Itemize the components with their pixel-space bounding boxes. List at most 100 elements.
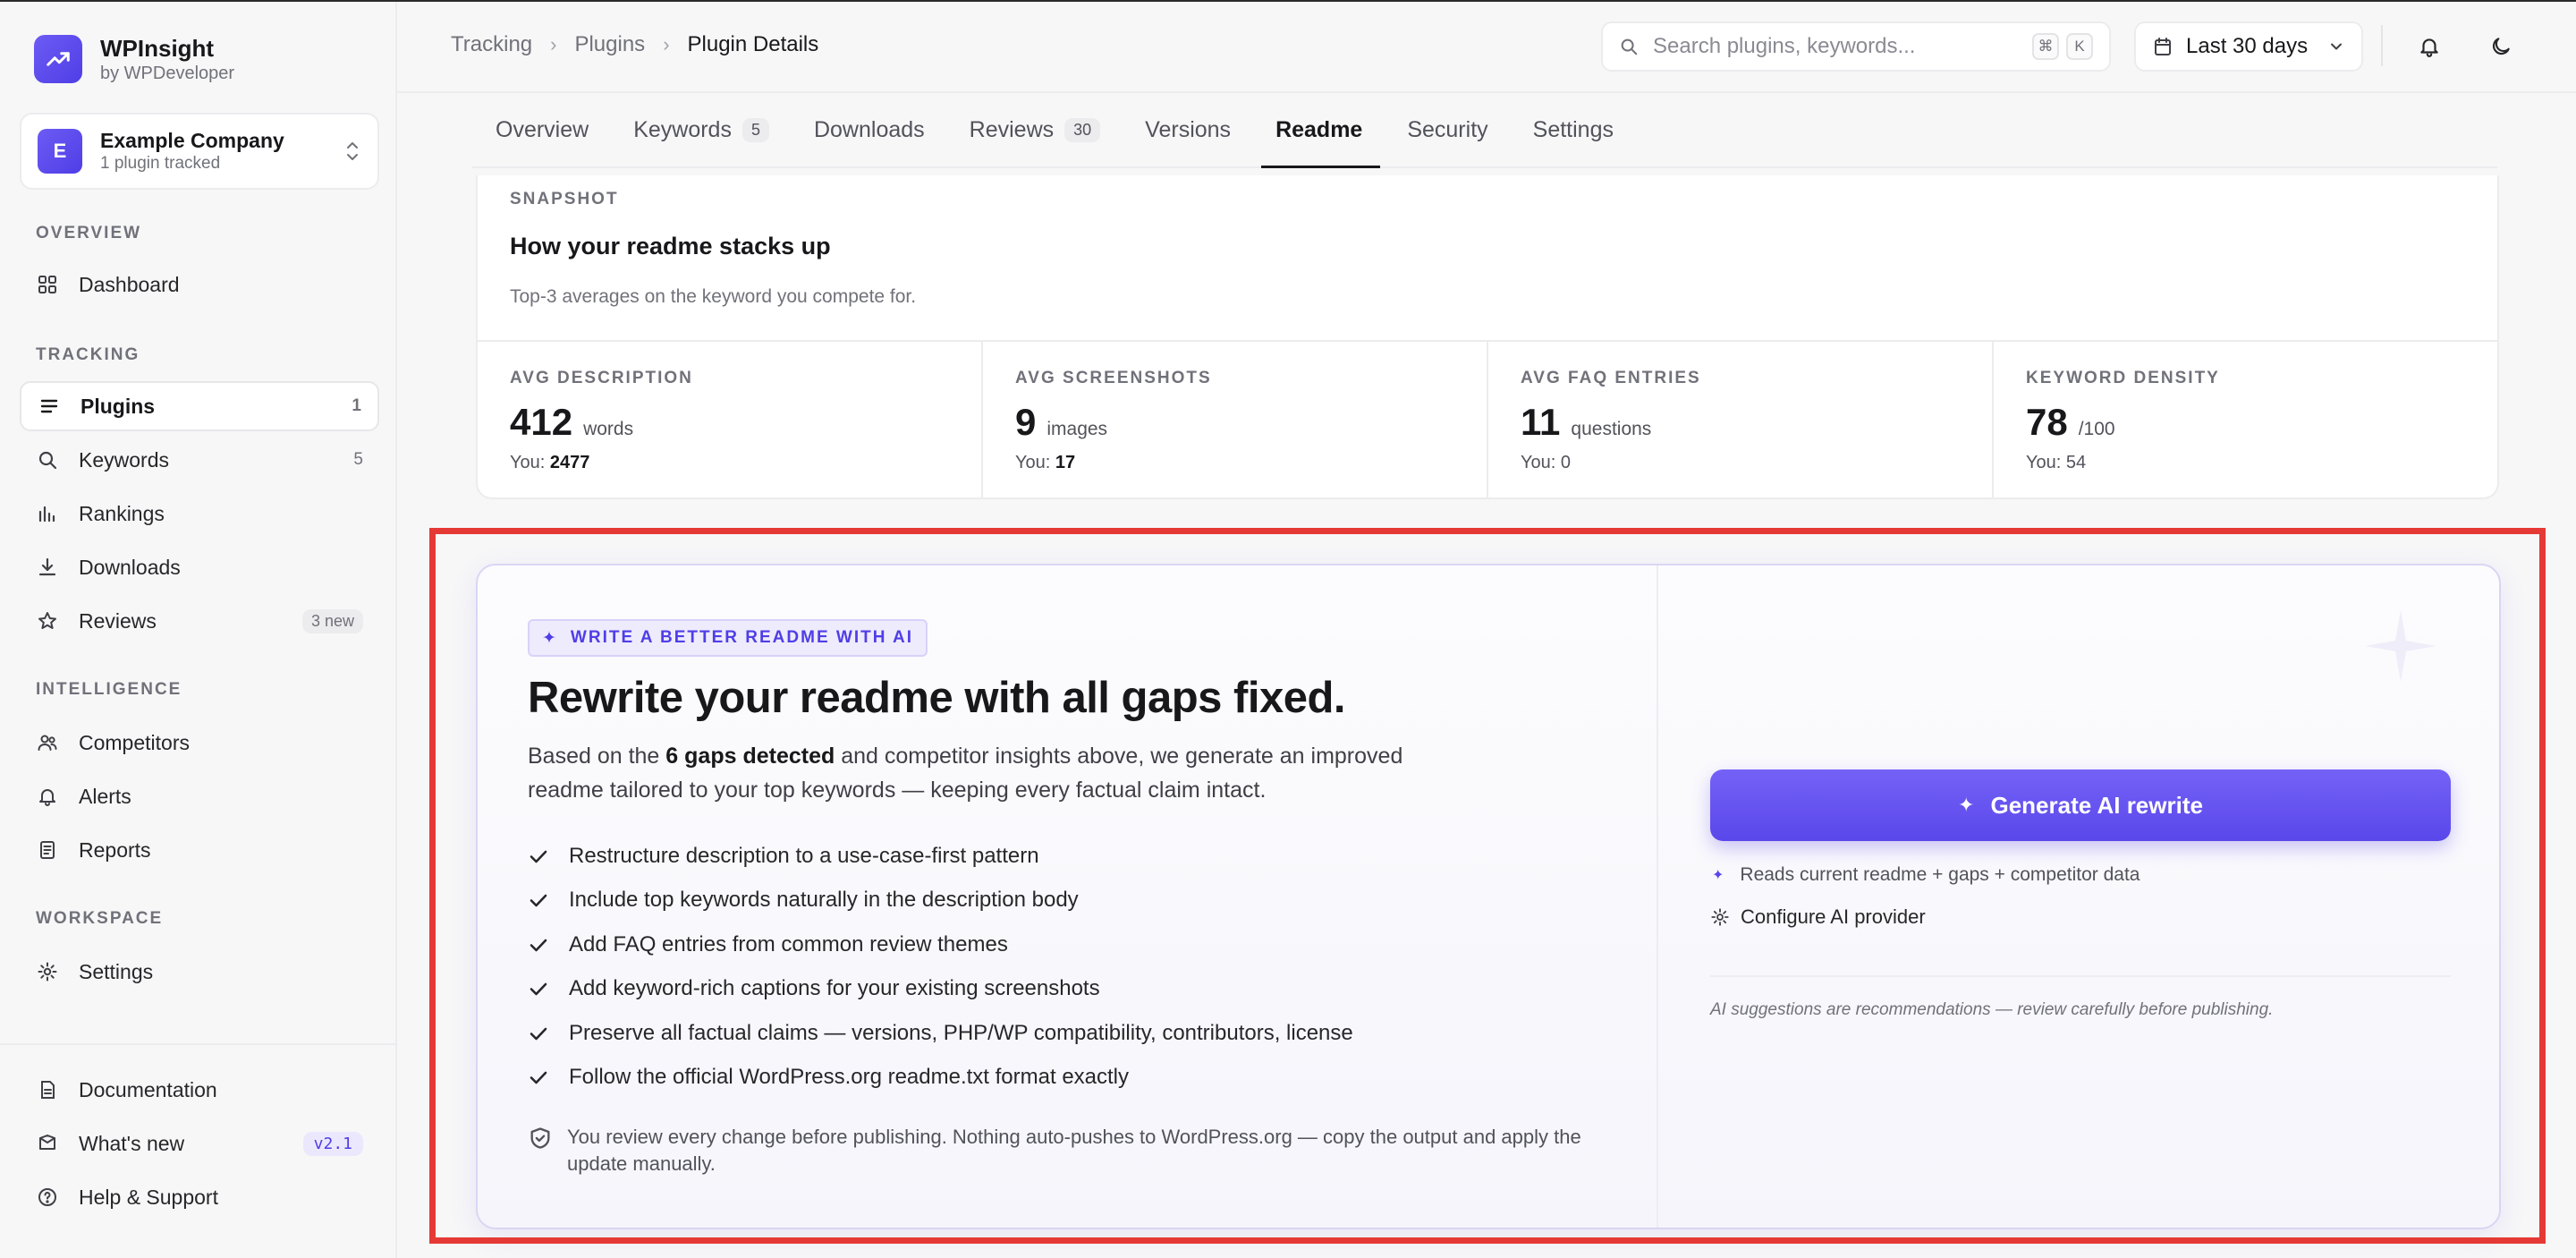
sidebar-item-reports[interactable]: Reports xyxy=(20,825,379,875)
date-range-select[interactable]: Last 30 days xyxy=(2134,21,2363,72)
sidebar-item-dashboard[interactable]: Dashboard xyxy=(20,259,379,310)
tab-label: Overview xyxy=(496,116,589,142)
stat-value: 9 xyxy=(1015,401,1037,443)
tab-downloads[interactable]: Downloads xyxy=(814,93,925,166)
sidebar-item-alerts[interactable]: Alerts xyxy=(20,771,379,821)
stat-avg-faq: AVG FAQ ENTRIES 11 questions You: 0 xyxy=(1488,342,1994,497)
sidebar-item-reviews[interactable]: Reviews 3 new xyxy=(20,596,379,646)
sidebar-item-label: Dashboard xyxy=(79,272,180,296)
moon-icon xyxy=(2492,38,2510,55)
readme-snapshot-card: SNAPSHOT How your readme stacks up Top-3… xyxy=(476,175,2499,499)
brand-name: WPInsight xyxy=(100,35,215,62)
tab-versions[interactable]: Versions xyxy=(1145,93,1231,166)
window-top-edge xyxy=(0,0,2576,2)
trend-up-icon xyxy=(34,35,82,83)
bell-icon xyxy=(36,785,59,808)
stat-keyword-density: KEYWORD DENSITY 78/100 You: 54 xyxy=(1994,342,2497,497)
tab-keywords[interactable]: Keywords 5 xyxy=(633,93,769,166)
plugin-tabs: Overview Keywords 5 Downloads Reviews 30 V… xyxy=(472,93,2497,168)
sidebar-item-label: Rankings xyxy=(79,501,165,525)
search-input[interactable]: Search plugins, keywords... ⌘ K xyxy=(1601,21,2111,72)
notifications-button[interactable] xyxy=(2410,27,2449,66)
sidebar-item-label: Help & Support xyxy=(79,1185,218,1209)
stat-you-value: 2477 xyxy=(549,453,590,472)
sidebar-divider xyxy=(0,1043,395,1045)
sidebar-item-plugins[interactable]: Plugins 1 xyxy=(20,381,379,431)
users-icon xyxy=(36,731,59,754)
stat-you: You: 17 xyxy=(1015,453,1076,472)
stat-you: You: 0 xyxy=(1521,453,1571,472)
grid-icon xyxy=(36,273,59,296)
star-icon xyxy=(36,609,59,633)
calendar-icon xyxy=(2155,38,2171,55)
nav-section-intelligence: INTELLIGENCE xyxy=(36,680,182,699)
search-icon xyxy=(36,448,59,472)
chevron-right-icon: › xyxy=(663,33,670,55)
breadcrumb-item-plugins[interactable]: Plugins xyxy=(574,32,645,57)
stat-you: You: 54 xyxy=(2026,453,2087,472)
tab-label: Security xyxy=(1407,116,1488,142)
sidebar-item-label: What's new xyxy=(79,1131,185,1155)
org-name: Example Company xyxy=(100,129,284,152)
sidebar-item-whats-new[interactable]: What's new v2.1 xyxy=(20,1118,379,1169)
stat-value: 78 xyxy=(2026,401,2068,443)
sidebar-item-documentation[interactable]: Documentation xyxy=(20,1065,379,1115)
stat-you-value: 17 xyxy=(1055,453,1076,472)
sidebar-item-keywords[interactable]: Keywords 5 xyxy=(20,435,379,485)
date-range-label: Last 30 days xyxy=(2186,34,2309,58)
stat-avg-description: AVG DESCRIPTION 412 words You: 2477 xyxy=(478,342,983,497)
tab-overview[interactable]: Overview xyxy=(496,93,589,166)
nav-section-tracking: TRACKING xyxy=(36,345,140,364)
sidebar-item-count: 5 xyxy=(353,450,363,469)
sidebar-item-rankings[interactable]: Rankings xyxy=(20,489,379,539)
gear-icon xyxy=(36,960,59,983)
header-divider xyxy=(2381,25,2383,66)
stat-avg-screenshots: AVG SCREENSHOTS 9 images You: 17 xyxy=(983,342,1488,497)
stat-value: 412 xyxy=(510,401,573,443)
sidebar-item-settings[interactable]: Settings xyxy=(20,947,379,997)
tab-settings[interactable]: Settings xyxy=(1533,93,1614,166)
sidebar-item-downloads[interactable]: Downloads xyxy=(20,542,379,592)
stat-label: AVG FAQ ENTRIES xyxy=(1521,369,1701,387)
sidebar-item-label: Reviews xyxy=(79,608,157,633)
tab-reviews[interactable]: Reviews 30 xyxy=(970,93,1101,166)
sidebar-item-count: 1 xyxy=(352,396,361,415)
theme-toggle-button[interactable] xyxy=(2481,27,2521,66)
nav-section-workspace: WORKSPACE xyxy=(36,909,164,928)
tab-label: Versions xyxy=(1145,116,1232,142)
stat-label: AVG DESCRIPTION xyxy=(510,369,693,387)
bar-chart-icon xyxy=(36,502,59,525)
help-circle-icon xyxy=(36,1186,59,1209)
org-avatar: E xyxy=(38,129,82,174)
tab-label: Readme xyxy=(1275,116,1363,142)
sidebar-item-competitors[interactable]: Competitors xyxy=(20,718,379,768)
stat-value: 11 xyxy=(1521,401,1561,443)
stat-you: You: 2477 xyxy=(510,453,590,472)
tab-label: Keywords xyxy=(633,116,732,142)
list-icon xyxy=(38,395,61,418)
sidebar-item-label: Keywords xyxy=(79,447,169,472)
sidebar-item-label: Alerts xyxy=(79,784,131,808)
sidebar-item-label: Documentation xyxy=(79,1077,217,1101)
stat-you-value: 54 xyxy=(2065,453,2087,472)
sidebar: WPInsight by WPDeveloper E Example Compa… xyxy=(0,0,397,1258)
brand[interactable]: WPInsight by WPDeveloper xyxy=(34,34,234,84)
org-switcher[interactable]: E Example Company 1 plugin tracked xyxy=(20,113,379,190)
sidebar-item-help[interactable]: Help & Support xyxy=(20,1172,379,1222)
sidebar-item-label: Settings xyxy=(79,959,154,983)
document-icon xyxy=(36,838,59,862)
stat-unit: /100 xyxy=(2078,419,2115,439)
snapshot-stats: AVG DESCRIPTION 412 words You: 2477 AVG S… xyxy=(478,340,2497,497)
bell-icon xyxy=(2420,38,2438,57)
stat-label: KEYWORD DENSITY xyxy=(2026,369,2220,387)
tab-security[interactable]: Security xyxy=(1407,93,1487,166)
tab-label: Downloads xyxy=(813,116,925,142)
tab-label: Reviews xyxy=(969,116,1055,142)
stat-you-value: 0 xyxy=(1560,453,1571,472)
reviews-badge: 3 new xyxy=(301,608,363,633)
download-icon xyxy=(36,556,59,579)
kbd-k: K xyxy=(2066,33,2093,60)
tab-readme[interactable]: Readme xyxy=(1261,93,1381,168)
breadcrumb-item-tracking[interactable]: Tracking xyxy=(451,32,532,57)
stat-label: AVG SCREENSHOTS xyxy=(1015,369,1212,387)
